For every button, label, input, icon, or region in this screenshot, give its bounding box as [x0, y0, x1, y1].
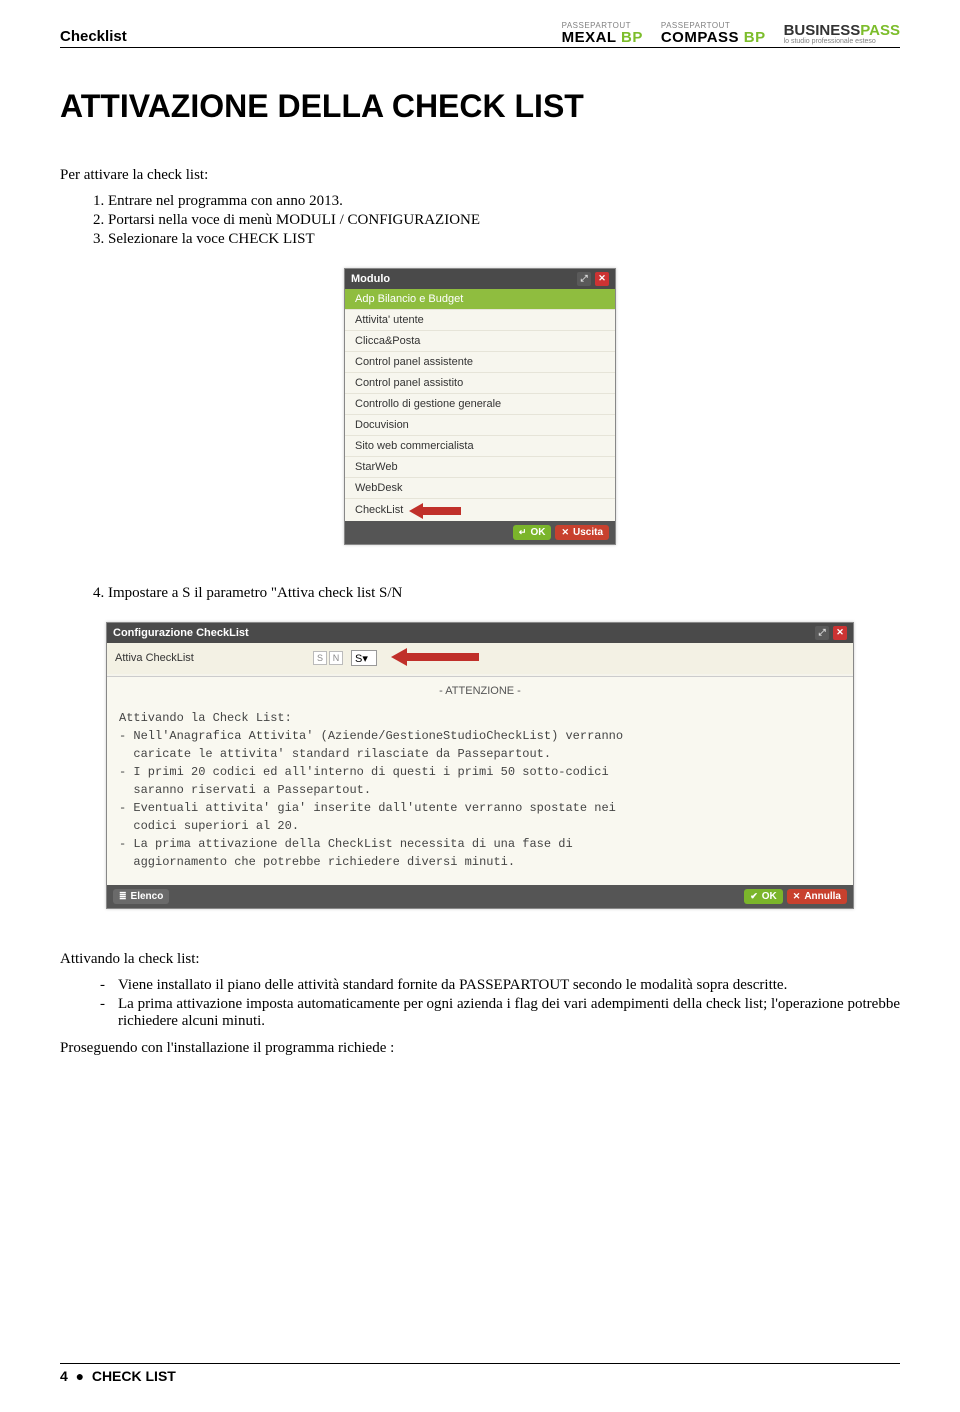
config-window: Configurazione CheckList ⤢ ✕ Attiva Chec… — [106, 622, 854, 909]
list-item[interactable]: Control panel assistente — [345, 352, 615, 373]
annulla-button[interactable]: ✕Annulla — [787, 889, 847, 904]
page-header: Checklist PASSEPARTOUT MEXAL BP PASSEPAR… — [60, 22, 900, 48]
config-label: Attiva CheckList — [115, 652, 305, 664]
list-item[interactable]: Adp Bilancio e Budget — [345, 289, 615, 310]
bullet-icon: ● — [76, 1368, 84, 1384]
uscita-button[interactable]: ✕Uscita — [555, 525, 609, 540]
intro-text: Per attivare la check list: — [60, 165, 900, 187]
logo-businesspass: BUSINESSPASS lo studio professionale est… — [784, 23, 900, 45]
expand-icon[interactable]: ⤢ — [577, 272, 591, 286]
page-title: ATTIVAZIONE DELLA CHECK LIST — [60, 88, 900, 125]
page-number: 4 — [60, 1368, 68, 1384]
config-footer: ≣Elenco ✔OK ✕Annulla — [107, 885, 853, 908]
sn-s-box: S — [313, 651, 327, 665]
list-icon: ≣ — [119, 891, 127, 902]
list-item: Viene installato il piano delle attività… — [100, 977, 900, 994]
list-item[interactable]: Attivita' utente — [345, 310, 615, 331]
list-item: Portarsi nella voce di menù MODULI / CON… — [108, 212, 900, 229]
logo-mexal: PASSEPARTOUT MEXAL BP — [562, 22, 643, 45]
expand-icon[interactable]: ⤢ — [815, 626, 829, 640]
header-logos: PASSEPARTOUT MEXAL BP PASSEPARTOUT COMPA… — [562, 22, 900, 45]
elenco-button[interactable]: ≣Elenco — [113, 889, 169, 904]
config-title: Configurazione CheckList — [113, 627, 249, 639]
modulo-footer: ↵OK ✕Uscita — [345, 521, 615, 544]
close-icon[interactable]: ✕ — [833, 626, 847, 640]
modulo-titlebar: Modulo ⤢ ✕ — [345, 269, 615, 289]
check-icon: ✔ — [750, 891, 758, 902]
list-item: Impostare a S il parametro "Attiva check… — [108, 585, 900, 602]
ok-button[interactable]: ✔OK — [744, 889, 783, 904]
proseguendo-text: Proseguendo con l'installazione il progr… — [60, 1038, 900, 1060]
attenzione-label: - ATTENZIONE - — [107, 677, 853, 703]
list-item[interactable]: Clicca&Posta — [345, 331, 615, 352]
list-item-checklist[interactable]: CheckList — [345, 499, 615, 521]
config-input[interactable]: S▾ — [351, 650, 377, 666]
config-body-text: Attivando la Check List: - Nell'Anagrafi… — [107, 703, 853, 885]
steps-list-4: Impostare a S il parametro "Attiva check… — [108, 585, 900, 602]
check-icon: ↵ — [519, 527, 527, 538]
sn-boxes: S N — [313, 651, 343, 665]
sn-n-box: N — [329, 651, 343, 665]
list-item[interactable]: Controllo di gestione generale — [345, 394, 615, 415]
list-item[interactable]: WebDesk — [345, 478, 615, 499]
list-item[interactable]: Control panel assistito — [345, 373, 615, 394]
modulo-title: Modulo — [351, 273, 390, 285]
attivando-intro: Attivando la check list: — [60, 949, 900, 971]
modulo-list: Adp Bilancio e Budget Attivita' utente C… — [345, 289, 615, 521]
close-icon: ✕ — [793, 891, 801, 902]
ok-button[interactable]: ↵OK — [513, 525, 552, 540]
config-titlebar: Configurazione CheckList ⤢ ✕ — [107, 623, 853, 643]
list-item: La prima attivazione imposta automaticam… — [100, 996, 900, 1030]
list-item[interactable]: Docuvision — [345, 415, 615, 436]
footer-label: CHECK LIST — [92, 1368, 176, 1384]
attivando-section: Attivando la check list: Viene installat… — [60, 949, 900, 1060]
attivando-list: Viene installato il piano delle attività… — [100, 977, 900, 1030]
list-item[interactable]: StarWeb — [345, 457, 615, 478]
logo-compass: PASSEPARTOUT COMPASS BP — [661, 22, 766, 45]
modulo-window: Modulo ⤢ ✕ Adp Bilancio e Budget Attivit… — [344, 268, 616, 545]
list-item[interactable]: Sito web commercialista — [345, 436, 615, 457]
arrow-icon — [391, 647, 483, 670]
arrow-icon — [409, 503, 455, 517]
config-row: Attiva CheckList S N S▾ — [107, 643, 853, 674]
page-footer: 4 ● CHECK LIST — [60, 1363, 900, 1384]
steps-list: Entrare nel programma con anno 2013. Por… — [108, 193, 900, 248]
list-item: Entrare nel programma con anno 2013. — [108, 193, 900, 210]
list-item: Selezionare la voce CHECK LIST — [108, 231, 900, 248]
close-icon: ✕ — [561, 527, 569, 538]
close-icon[interactable]: ✕ — [595, 272, 609, 286]
header-checklist: Checklist — [60, 28, 127, 45]
